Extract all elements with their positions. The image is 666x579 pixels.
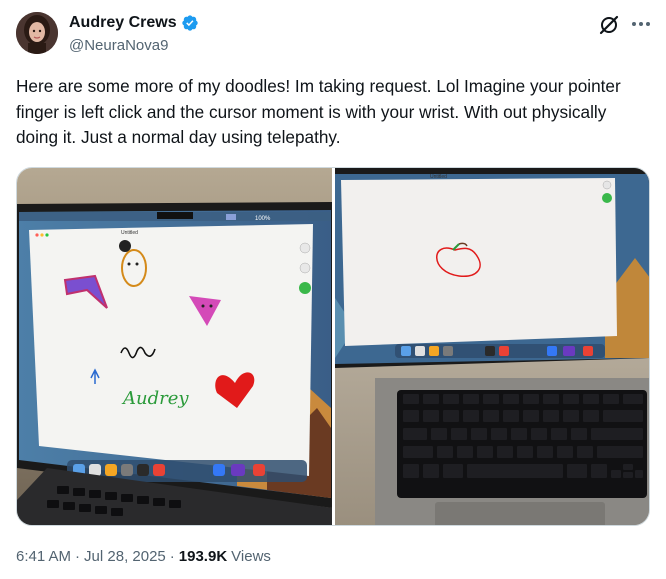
app-title-2: Untitled bbox=[430, 174, 447, 180]
tweet-text: Here are some more of my doodles! Im tak… bbox=[16, 76, 621, 147]
more-horizontal-icon[interactable] bbox=[628, 13, 654, 35]
photo-2[interactable]: Untitled bbox=[335, 168, 649, 525]
meta-separator: · bbox=[169, 548, 175, 565]
grok-icon[interactable] bbox=[598, 14, 620, 36]
display-name[interactable]: Audrey Crews bbox=[69, 14, 177, 32]
tweet-date[interactable]: Jul 28, 2025 bbox=[84, 548, 166, 565]
photo-1[interactable]: 100% Untitled Audrey bbox=[17, 168, 332, 525]
tweet-meta: 6:41 AM · Jul 28, 2025 · 193.9K Views bbox=[16, 548, 271, 565]
meta-separator: · bbox=[75, 548, 81, 565]
media-grid: 100% Untitled Audrey Untitled bbox=[16, 167, 650, 526]
profile-avatar bbox=[16, 12, 58, 54]
menubar-status: 100% bbox=[255, 216, 271, 222]
handwritten-audrey: Audrey bbox=[121, 388, 189, 409]
avatar[interactable] bbox=[16, 12, 58, 54]
app-title: Untitled bbox=[121, 230, 138, 236]
views-label: Views bbox=[231, 548, 271, 565]
verified-badge-icon bbox=[181, 14, 199, 32]
tweet-time[interactable]: 6:41 AM bbox=[16, 548, 71, 565]
views-count: 193.9K bbox=[178, 548, 228, 565]
author-handle[interactable]: @NeuraNova9 bbox=[69, 37, 168, 54]
author-name-row[interactable]: Audrey Crews bbox=[69, 14, 199, 32]
